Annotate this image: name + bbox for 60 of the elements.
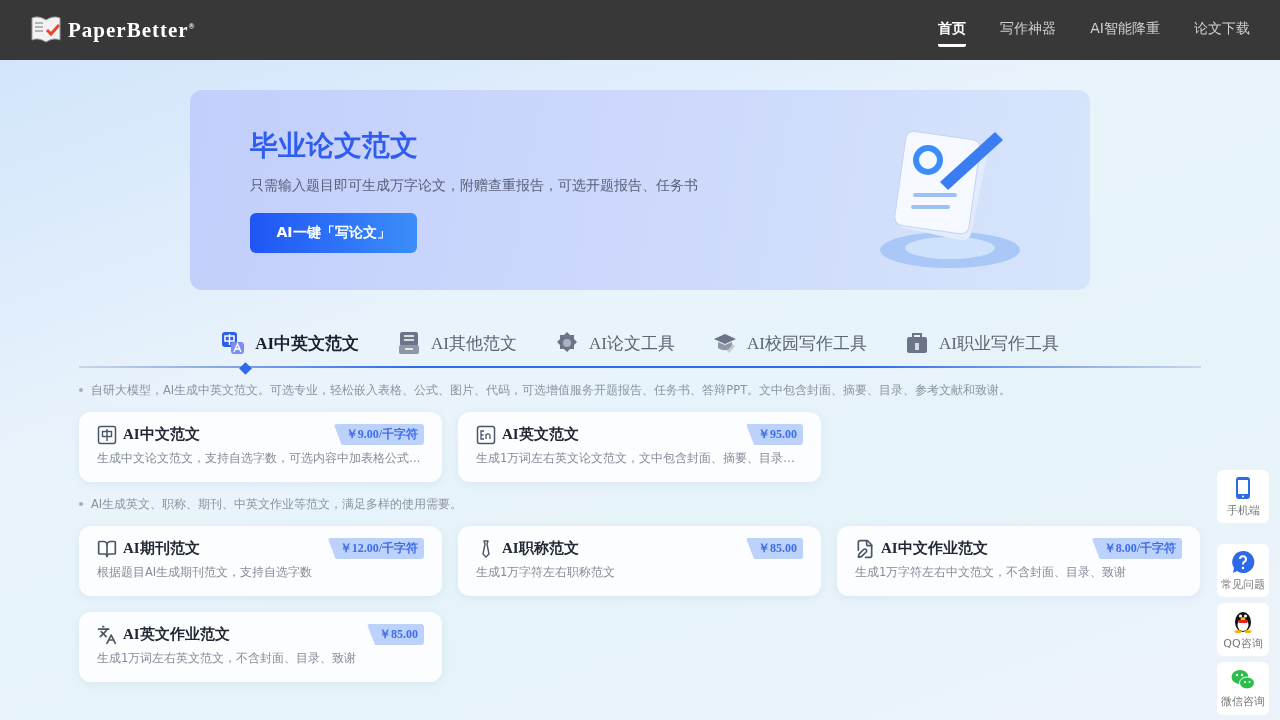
price-tag: ￥12.00/千字符 bbox=[327, 538, 424, 559]
write-paper-button[interactable]: AI一键「写论文」 bbox=[250, 213, 417, 253]
product-card[interactable]: AI职称范文 ￥85.00 生成1万字符左右职称范文 bbox=[458, 526, 821, 596]
category-tab[interactable]: AI校园写作工具 bbox=[712, 331, 867, 355]
bullet-dot bbox=[79, 502, 83, 506]
section-note: 自研大模型，AI生成中英文范文。可选专业，轻松嵌入表格、公式、图片、代码，可选增值服务开题报告、任务书、答辩PPT。文中包含封面、摘要、目录、参考文献和致谢。 bbox=[91, 382, 1012, 398]
card-title: AI中文作业范文 bbox=[881, 539, 988, 558]
card-title: AI职称范文 bbox=[502, 539, 579, 558]
nav-link[interactable]: 首页 bbox=[938, 13, 967, 47]
chinese-char-icon bbox=[97, 424, 117, 445]
side-float-button[interactable]: 手机端 bbox=[1217, 470, 1269, 523]
side-float-button[interactable]: 常见问题 bbox=[1217, 544, 1269, 597]
gear-icon bbox=[555, 331, 579, 355]
product-card[interactable]: AI中文范文 ￥9.00/千字符 生成中文论文范文，支持自选字数，可选内容中加表格公式… bbox=[79, 412, 442, 482]
bullet-dot bbox=[79, 388, 83, 392]
card-title: AI英文范文 bbox=[502, 425, 579, 444]
card-title: AI英文作业范文 bbox=[123, 625, 230, 644]
side-float-button[interactable]: 微信咨询 bbox=[1217, 662, 1269, 715]
card-description: 生成1万词左右英文范文，不含封面、目录、致谢 bbox=[97, 651, 358, 666]
card-description: 生成1万字符左右职称范文 bbox=[476, 565, 617, 580]
briefcase-icon bbox=[904, 331, 929, 355]
mobile-phone-icon bbox=[1235, 475, 1251, 500]
product-card[interactable]: AI中文作业范文 ￥8.00/千字符 生成1万字符左右中文范文，不含封面、目录、致谢 bbox=[837, 526, 1200, 596]
card-description: 生成中文论文范文，支持自选字数，可选内容中加表格公式… bbox=[97, 451, 422, 466]
banner-title: 毕业论文范文 bbox=[250, 128, 418, 164]
category-tab[interactable]: AI中英文范文 bbox=[221, 331, 360, 355]
chat-bubbles-icon bbox=[1231, 668, 1255, 691]
translate-icon bbox=[97, 624, 117, 645]
card-description: 根据题目AI生成期刊范文，支持自选字数 bbox=[97, 565, 314, 580]
price-tag: ￥8.00/千字符 bbox=[1091, 538, 1182, 559]
section-note: AI生成英文、职称、期刊、中英文作业等范文，满足多样的使用需要。 bbox=[91, 496, 463, 512]
card-title: AI期刊范文 bbox=[123, 539, 200, 558]
category-tab[interactable]: AI论文工具 bbox=[555, 331, 675, 355]
nav-link[interactable]: AI智能降重 bbox=[1090, 13, 1160, 47]
product-card[interactable]: AI期刊范文 ￥12.00/千字符 根据题目AI生成期刊范文，支持自选字数 bbox=[79, 526, 442, 596]
product-card[interactable]: AI英文作业范文 ￥85.00 生成1万词左右英文范文，不含封面、目录、致谢 bbox=[79, 612, 442, 682]
price-tag: ￥85.00 bbox=[746, 538, 803, 559]
side-float-button[interactable]: QQ咨询 bbox=[1217, 603, 1269, 656]
card-description: 生成1万词左右英文论文范文，文中包含封面、摘要、目录… bbox=[476, 451, 796, 466]
document-edit-icon bbox=[855, 538, 875, 559]
nav-link[interactable]: 写作神器 bbox=[1000, 13, 1057, 47]
banner-subtitle: 只需输入题目即可生成万字论文，附赠查重报告，可选开题报告、任务书 bbox=[250, 177, 698, 195]
active-tab-marker bbox=[239, 362, 252, 375]
translate-icon bbox=[221, 331, 246, 355]
category-tab[interactable]: AI职业写作工具 bbox=[904, 331, 1059, 355]
document-stack-icon bbox=[397, 331, 422, 355]
product-card[interactable]: AI英文范文 ￥95.00 生成1万词左右英文论文范文，文中包含封面、摘要、目录… bbox=[458, 412, 821, 482]
nav-link[interactable]: 论文下载 bbox=[1194, 13, 1250, 47]
price-tag: ￥85.00 bbox=[367, 624, 424, 645]
graduation-cap-icon bbox=[712, 331, 737, 355]
price-tag: ￥95.00 bbox=[746, 424, 803, 445]
logo-text: PaperBetter$^{®}$ bbox=[68, 17, 196, 43]
card-description: 生成1万字符左右中文范文，不含封面、目录、致谢 bbox=[855, 565, 1128, 580]
english-icon bbox=[476, 424, 496, 445]
card-title: AI中文范文 bbox=[123, 425, 200, 444]
price-tag: ￥9.00/千字符 bbox=[333, 424, 424, 445]
help-icon bbox=[1231, 549, 1255, 574]
category-tab[interactable]: AI其他范文 bbox=[397, 331, 517, 355]
logo-icon bbox=[30, 15, 62, 45]
book-icon bbox=[97, 538, 117, 559]
